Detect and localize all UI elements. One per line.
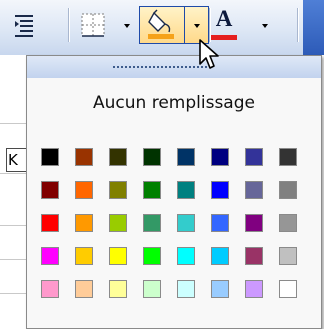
color-swatch[interactable] [245, 148, 263, 166]
toolbar-separator [297, 8, 298, 42]
color-swatch[interactable] [279, 280, 297, 298]
color-swatch[interactable] [41, 214, 59, 232]
row-gridline [0, 259, 26, 260]
fill-color-split [184, 7, 185, 43]
color-swatch[interactable] [211, 280, 229, 298]
color-swatch[interactable] [41, 181, 59, 199]
color-swatch[interactable] [75, 214, 93, 232]
color-swatch[interactable] [41, 148, 59, 166]
toolbar-separator [68, 8, 69, 42]
color-swatch-grid [41, 148, 311, 318]
color-swatch[interactable] [143, 247, 161, 265]
color-swatch[interactable] [143, 148, 161, 166]
grip-dots [113, 66, 209, 68]
color-swatch[interactable] [177, 214, 195, 232]
color-swatch[interactable] [109, 280, 127, 298]
color-swatch[interactable] [177, 148, 195, 166]
color-swatch[interactable] [211, 214, 229, 232]
color-swatch[interactable] [245, 280, 263, 298]
row-gridline [0, 173, 26, 174]
row-gridline [0, 123, 26, 124]
color-swatch[interactable] [211, 247, 229, 265]
fill-color-dropdown-arrow[interactable] [194, 24, 200, 28]
worksheet-area [0, 55, 26, 329]
color-swatch[interactable] [279, 181, 297, 199]
color-swatch[interactable] [245, 181, 263, 199]
row-gridline [0, 225, 26, 226]
color-swatch[interactable] [75, 148, 93, 166]
color-swatch[interactable] [75, 280, 93, 298]
color-swatch[interactable] [109, 148, 127, 166]
color-swatch[interactable] [279, 214, 297, 232]
fill-color-bar [148, 34, 174, 39]
no-fill-option[interactable]: Aucun remplissage [51, 88, 297, 118]
worksheet-cell[interactable]: K [6, 148, 26, 172]
color-swatch[interactable] [143, 280, 161, 298]
color-swatch[interactable] [211, 181, 229, 199]
font-color-dropdown-arrow[interactable] [262, 24, 268, 28]
color-swatch[interactable] [279, 148, 297, 166]
color-swatch[interactable] [75, 247, 93, 265]
formatting-toolbar: A [0, 0, 324, 55]
color-swatch[interactable] [143, 214, 161, 232]
color-swatch[interactable] [211, 148, 229, 166]
color-swatch[interactable] [143, 181, 161, 199]
color-swatch[interactable] [41, 247, 59, 265]
paint-bucket-icon [148, 9, 174, 39]
color-swatch[interactable] [279, 247, 297, 265]
align-icon[interactable] [14, 12, 36, 38]
palette-move-handle[interactable] [27, 56, 321, 78]
color-swatch[interactable] [109, 181, 127, 199]
color-swatch[interactable] [75, 181, 93, 199]
color-swatch[interactable] [109, 214, 127, 232]
color-swatch[interactable] [109, 247, 127, 265]
color-swatch[interactable] [177, 181, 195, 199]
borders-icon[interactable] [80, 12, 106, 38]
color-swatch[interactable] [41, 280, 59, 298]
borders-dropdown-arrow[interactable] [124, 24, 130, 28]
color-swatch[interactable] [177, 247, 195, 265]
fill-color-palette: Aucun remplissage [26, 55, 322, 329]
toolbar-overflow-button[interactable] [303, 0, 324, 55]
font-color-icon[interactable]: A [210, 6, 238, 32]
row-gridline [0, 293, 26, 294]
color-swatch[interactable] [177, 280, 195, 298]
color-swatch[interactable] [245, 214, 263, 232]
mouse-pointer-icon [199, 39, 219, 69]
color-swatch[interactable] [245, 247, 263, 265]
